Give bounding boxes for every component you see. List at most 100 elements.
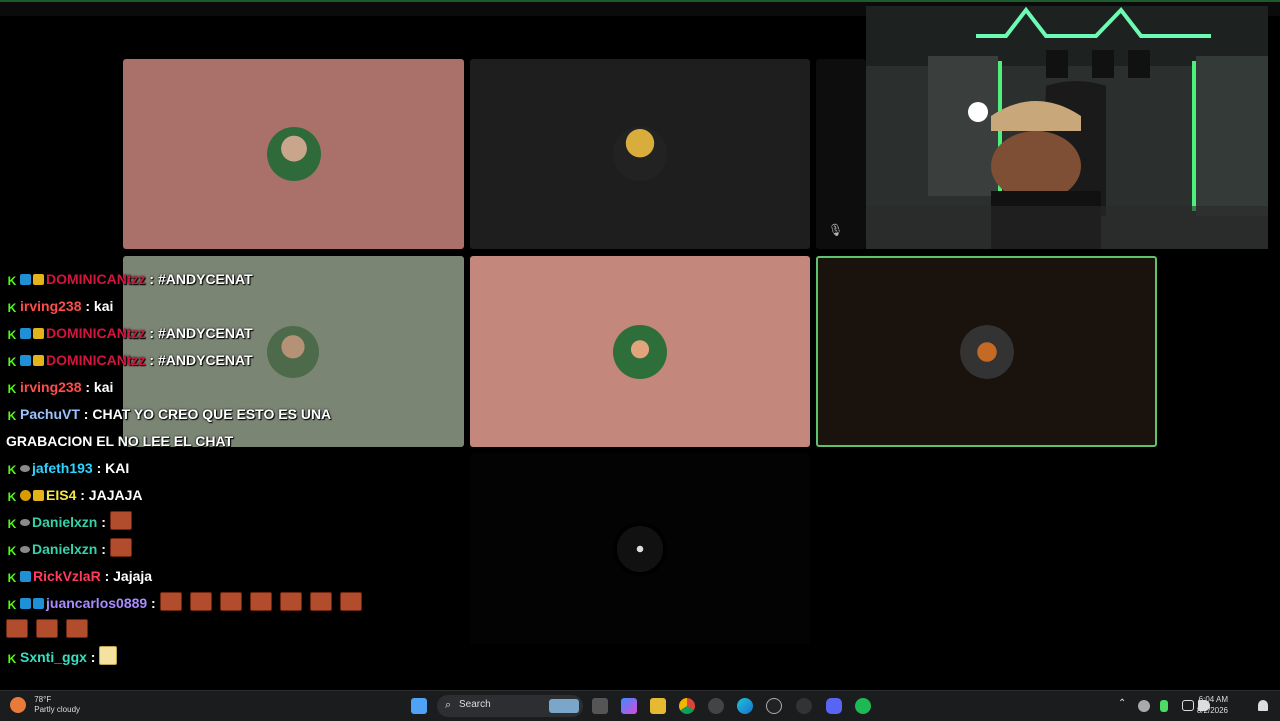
file-explorer-icon[interactable] xyxy=(650,698,666,714)
kick-badge-icon: K xyxy=(7,490,17,504)
chat-username[interactable]: RickVzlaR xyxy=(33,568,101,584)
chat-username[interactable]: Danielxzn xyxy=(32,541,97,557)
app-icon[interactable] xyxy=(708,698,724,714)
chat-emote-icon xyxy=(309,592,332,611)
chat-username[interactable]: DOMINICANtzz xyxy=(46,352,146,368)
participant-avatar xyxy=(266,127,321,181)
kick-badge-icon: K xyxy=(7,355,17,369)
weather-widget[interactable]: 78°F Partly cloudy xyxy=(10,695,80,715)
grey-badge-icon xyxy=(20,465,30,472)
chat-message: Kirving238 : kai xyxy=(6,293,386,320)
chat-message: K PachuVT : CHAT YO CREO QUE ESTO ES UNA … xyxy=(6,401,386,455)
weather-desc: Partly cloudy xyxy=(34,705,81,714)
chat-username[interactable]: PachuVT xyxy=(20,406,80,422)
chat-message: K DOMINICANtzz : #ANDYCENAT xyxy=(6,266,386,293)
participant-tile-5[interactable] xyxy=(470,256,810,447)
grey-badge-icon xyxy=(20,519,30,526)
participant-avatar xyxy=(959,324,1014,379)
clock[interactable]: 6:04 AM 8/2/2026 xyxy=(1197,694,1228,716)
chat-emote-icon xyxy=(279,592,302,611)
chat-username[interactable]: jafeth193 xyxy=(32,460,93,476)
kick-badge-icon: K xyxy=(7,382,17,396)
network-icon[interactable] xyxy=(1182,700,1194,711)
blue-badge-icon xyxy=(20,328,31,339)
participant-tile-speaking[interactable] xyxy=(816,256,1157,447)
chat-username[interactable]: Danielxzn xyxy=(32,514,97,530)
participant-tile-7[interactable] xyxy=(470,453,810,644)
kick-badge-icon: K xyxy=(7,409,17,423)
notification-bell-icon[interactable] xyxy=(1258,700,1268,711)
participant-avatar xyxy=(613,324,667,379)
chat-message: Kjuancarlos0889 : xyxy=(6,590,386,644)
chat-emote-icon xyxy=(159,592,182,611)
participant-tile-2[interactable] xyxy=(470,59,810,249)
chat-emote-icon xyxy=(6,619,28,638)
kick-badge-icon: K xyxy=(7,463,17,477)
chat-text: : #ANDYCENAT xyxy=(145,271,253,287)
chat-message: K DOMINICANtzz : #ANDYCENAT xyxy=(6,347,386,374)
kick-badge-icon: K xyxy=(7,301,17,315)
chat-message: K RickVzlaR : Jajaja xyxy=(6,563,386,590)
webcam-feed-image xyxy=(866,6,1268,249)
clock-time: 6:04 AM xyxy=(1198,695,1228,704)
edge-icon[interactable] xyxy=(737,698,753,714)
chat-emote-icon xyxy=(99,646,118,665)
taskbar-search[interactable]: ⌕ Search xyxy=(437,695,583,717)
chat-text: : xyxy=(97,541,110,557)
obs-icon[interactable] xyxy=(766,698,782,714)
search-highlight-icon xyxy=(549,699,579,713)
chat-emote-icon xyxy=(36,619,58,638)
kick-badge-icon: K xyxy=(7,544,17,558)
chat-username[interactable]: juancarlos0889 xyxy=(46,595,147,611)
settings-icon[interactable] xyxy=(796,698,812,714)
search-icon: ⌕ xyxy=(445,699,452,711)
kick-badge-icon: K xyxy=(7,274,17,288)
tray-app-icon[interactable] xyxy=(1138,700,1150,712)
kick-badge-icon: K xyxy=(7,517,17,531)
chat-username[interactable]: DOMINICANtzz xyxy=(46,271,146,287)
participant-avatar xyxy=(613,127,667,181)
copilot-icon[interactable] xyxy=(621,698,637,714)
chat-username[interactable]: Sxnti_ggx xyxy=(20,649,87,665)
chat-text: : #ANDYCENAT xyxy=(145,325,253,341)
chat-message: K EIS4 : JAJAJA xyxy=(6,482,386,509)
blue-badge-icon xyxy=(20,355,31,366)
kick-badge-icon: K xyxy=(7,328,17,342)
windows-taskbar: 78°F Partly cloudy ⌕ Search ⌃ 6:04 AM 8/… xyxy=(0,690,1280,721)
chat-text: : kai xyxy=(81,379,114,395)
blue-badge-icon xyxy=(20,598,31,609)
chat-emote-icon xyxy=(66,619,88,638)
microphone-icon[interactable] xyxy=(1160,700,1168,712)
chat-emote-icon xyxy=(249,592,272,611)
weather-temp: 78°F xyxy=(34,695,52,704)
grey-badge-icon xyxy=(20,546,30,553)
chat-username[interactable]: EIS4 xyxy=(46,487,76,503)
kick-badge-icon: K xyxy=(7,598,17,612)
chat-username[interactable]: DOMINICANtzz xyxy=(46,325,146,341)
chat-message: Kirving238 : kai xyxy=(6,374,386,401)
crown-badge-icon xyxy=(33,274,44,285)
windows-start-icon[interactable] xyxy=(411,698,427,714)
chat-username[interactable]: irving238 xyxy=(20,379,81,395)
chat-emote-icon xyxy=(219,592,242,611)
chat-text: : Jajaja xyxy=(100,568,153,584)
chat-message: K DOMINICANtzz : #ANDYCENAT xyxy=(6,320,386,347)
participant-tile-3[interactable]: 🎙 xyxy=(816,59,866,249)
discord-icon[interactable] xyxy=(826,698,842,714)
clock-date: 8/2/2026 xyxy=(1196,706,1228,715)
participant-tile-1[interactable] xyxy=(123,59,464,249)
participant-avatar xyxy=(613,521,667,576)
gold-badge-icon xyxy=(20,490,31,501)
chevron-up-icon[interactable]: ⌃ xyxy=(1118,698,1126,709)
chat-text: : xyxy=(147,595,160,611)
chat-text: : JAJAJA xyxy=(76,487,143,503)
chat-emote-icon xyxy=(109,511,132,530)
chat-username[interactable]: irving238 xyxy=(20,298,81,314)
chrome-icon[interactable] xyxy=(679,698,695,714)
chat-text: : xyxy=(86,649,100,665)
spotify-icon[interactable] xyxy=(855,698,871,714)
streamer-webcam xyxy=(866,6,1268,249)
task-view-icon[interactable] xyxy=(592,698,608,714)
chat-message: K Sxnti_ggx : xyxy=(6,644,386,671)
crown-badge-icon xyxy=(33,328,44,339)
